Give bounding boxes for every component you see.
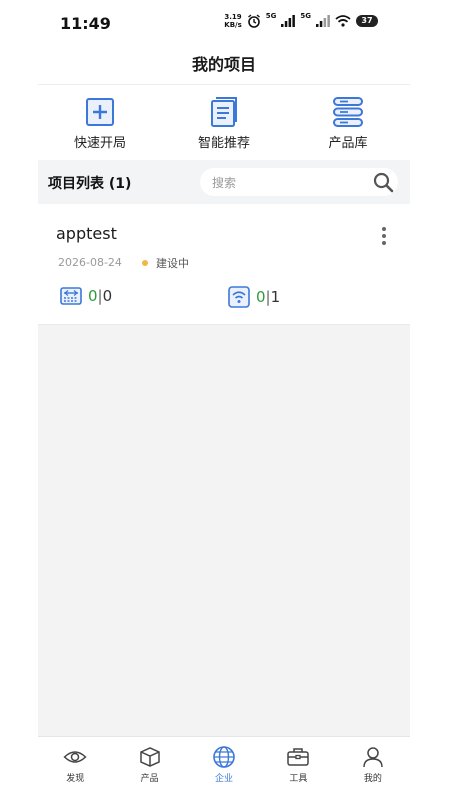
status-time: 11:49: [60, 14, 111, 33]
tab-products[interactable]: 产品: [112, 737, 186, 789]
quick-actions: 快速开局 智能推荐 产品库: [38, 86, 410, 160]
switch-icon: [60, 287, 82, 305]
tab-products-label: 产品: [140, 774, 159, 784]
project-card[interactable]: apptest 2026-08-24 建设中 0|0 0|1: [38, 204, 410, 325]
tab-enterprise[interactable]: 企业: [187, 737, 261, 789]
project-list-header: 项目列表 (1): [38, 160, 410, 204]
person-icon: [363, 747, 383, 768]
tab-tools[interactable]: 工具: [261, 737, 335, 789]
wifi-ap-icon: [228, 286, 250, 308]
search-box[interactable]: [200, 168, 398, 198]
smart-recommend-button[interactable]: 智能推荐: [162, 86, 286, 160]
project-name: apptest: [56, 224, 117, 243]
toolbox-icon: [287, 748, 310, 766]
project-status: 建设中: [156, 257, 189, 270]
signal-icon: [316, 15, 330, 27]
switch-online-count: 0: [88, 287, 98, 305]
status-dot: [142, 260, 148, 266]
ap-online-count: 0: [256, 288, 266, 306]
tab-discover[interactable]: 发现: [38, 737, 112, 789]
network-speed: 3.19 KB/s: [224, 13, 242, 29]
smart-recommend-label: 智能推荐: [197, 136, 250, 151]
wifi-status-icon: [335, 15, 351, 27]
switch-total-count: 0: [102, 287, 113, 305]
tab-discover-label: 发现: [66, 774, 85, 784]
tab-mine[interactable]: 我的: [336, 737, 410, 789]
server-stack-icon: [333, 97, 363, 127]
product-library-label: 产品库: [328, 136, 368, 151]
ap-total-count: 1: [270, 288, 281, 306]
signal-icon: [281, 15, 296, 27]
ap-count: 0|1: [228, 286, 280, 308]
battery-indicator: 37: [356, 15, 378, 27]
list-empty-area: [38, 325, 410, 736]
bottom-tab-bar: 发现 产品 企业 工具 我的: [38, 736, 410, 789]
tab-mine-label: 我的: [363, 774, 382, 784]
page-title: 我的项目: [38, 46, 410, 85]
network-type-2: 5G: [300, 12, 311, 20]
project-date: 2026-08-24: [58, 256, 122, 269]
tab-enterprise-label: 企业: [215, 774, 234, 784]
tab-tools-label: 工具: [289, 774, 308, 784]
plus-square-icon: [86, 98, 114, 126]
eye-icon: [63, 751, 87, 763]
product-library-button[interactable]: 产品库: [286, 86, 410, 160]
document-icon: [211, 97, 237, 127]
globe-icon: [213, 746, 235, 768]
search-icon[interactable]: [372, 171, 394, 193]
status-icons: 3.19 KB/s 5G 5G 37: [224, 12, 378, 30]
search-input[interactable]: [210, 168, 364, 198]
project-list-title: 项目列表 (1): [48, 176, 132, 192]
box-icon: [139, 747, 160, 767]
quick-start-label: 快速开局: [73, 136, 126, 151]
network-type-1: 5G: [265, 12, 277, 20]
switch-count: 0|0: [60, 286, 112, 306]
status-bar: 11:49 3.19 KB/s 5G 5G 37: [0, 0, 450, 46]
alarm-icon: [247, 14, 260, 28]
quick-start-button[interactable]: 快速开局: [38, 86, 162, 160]
more-vertical-icon[interactable]: [380, 226, 388, 246]
